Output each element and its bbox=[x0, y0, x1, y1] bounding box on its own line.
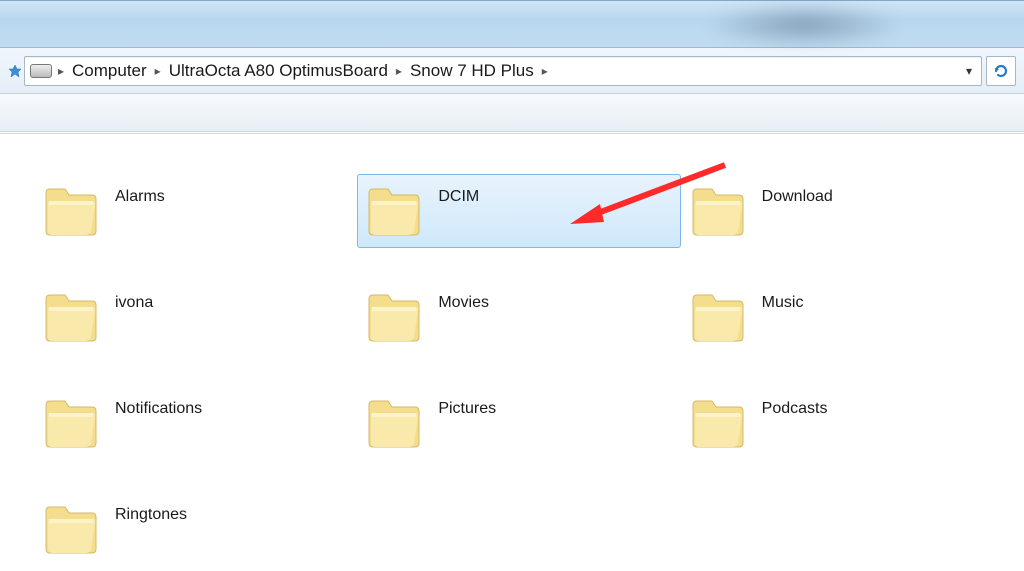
folder-icon bbox=[41, 393, 101, 451]
folder-item[interactable]: Podcasts bbox=[681, 386, 1004, 460]
folder-label: Movies bbox=[438, 287, 489, 312]
folder-item[interactable]: ivona bbox=[34, 280, 357, 354]
address-dropdown-icon[interactable]: ▾ bbox=[960, 64, 978, 78]
refresh-button[interactable] bbox=[986, 56, 1016, 86]
folder-item[interactable]: Ringtones bbox=[34, 492, 357, 566]
drive-icon bbox=[30, 64, 52, 78]
folder-label: DCIM bbox=[438, 181, 479, 206]
breadcrumb-separator-icon[interactable]: ▸ bbox=[392, 64, 406, 78]
folder-label: Download bbox=[762, 181, 833, 206]
window-titlebar bbox=[0, 0, 1024, 48]
folder-label: Music bbox=[762, 287, 804, 312]
breadcrumb-separator-icon[interactable]: ▸ bbox=[151, 64, 165, 78]
folder-icon bbox=[688, 287, 748, 345]
toolbar bbox=[0, 94, 1024, 132]
folder-item[interactable]: DCIM bbox=[357, 174, 680, 248]
folder-label: Podcasts bbox=[762, 393, 828, 418]
breadcrumb-separator-icon[interactable]: ▸ bbox=[538, 64, 552, 78]
folder-icon bbox=[364, 393, 424, 451]
breadcrumb-separator-icon[interactable]: ▸ bbox=[54, 64, 68, 78]
folder-item[interactable]: Movies bbox=[357, 280, 680, 354]
folder-label: Notifications bbox=[115, 393, 202, 418]
folder-label: Alarms bbox=[115, 181, 165, 206]
folder-content-pane[interactable]: Alarms DCIM Download ivona Movie bbox=[0, 134, 1024, 571]
folder-icon bbox=[364, 287, 424, 345]
folder-item[interactable]: Alarms bbox=[34, 174, 357, 248]
breadcrumb-device[interactable]: UltraOcta A80 OptimusBoard bbox=[165, 57, 392, 85]
folder-item[interactable]: Download bbox=[681, 174, 1004, 248]
address-bar[interactable]: ▸ Computer ▸ UltraOcta A80 OptimusBoard … bbox=[24, 56, 982, 86]
folder-grid: Alarms DCIM Download ivona Movie bbox=[34, 174, 1004, 566]
folder-label: ivona bbox=[115, 287, 153, 312]
refresh-icon bbox=[992, 62, 1010, 80]
folder-item[interactable]: Pictures bbox=[357, 386, 680, 460]
folder-item[interactable]: Music bbox=[681, 280, 1004, 354]
folder-item[interactable]: Notifications bbox=[34, 386, 357, 460]
address-bar-row: ▸ Computer ▸ UltraOcta A80 OptimusBoard … bbox=[0, 48, 1024, 94]
breadcrumb-computer[interactable]: Computer bbox=[68, 57, 151, 85]
folder-icon bbox=[41, 499, 101, 557]
folder-icon bbox=[688, 181, 748, 239]
folder-icon bbox=[41, 287, 101, 345]
folder-icon bbox=[41, 181, 101, 239]
breadcrumb-storage[interactable]: Snow 7 HD Plus bbox=[406, 57, 538, 85]
folder-label: Pictures bbox=[438, 393, 496, 418]
favorites-icon[interactable] bbox=[8, 64, 22, 78]
folder-label: Ringtones bbox=[115, 499, 187, 524]
folder-icon bbox=[364, 181, 424, 239]
folder-icon bbox=[688, 393, 748, 451]
